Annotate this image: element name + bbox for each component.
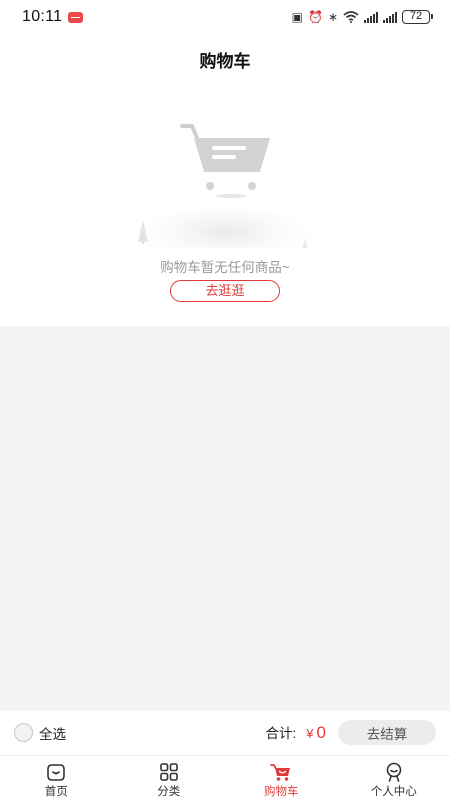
tab-label-home: 首页 (44, 786, 68, 798)
nfc-icon: ▣ (291, 10, 303, 24)
go-shopping-button[interactable]: 去逛逛 (170, 280, 280, 302)
currency-symbol: ¥ (306, 726, 314, 741)
status-time: 10:11 (22, 8, 63, 25)
select-all-toggle[interactable]: 全选 (14, 723, 66, 743)
checkout-bar: 全选 合计: ¥ 0 去结算 (0, 709, 450, 755)
empty-cart-message: 购物车暂无任何商品~ (160, 260, 290, 275)
alarm-icon: ⏰ (307, 10, 323, 24)
total-value: 0 (316, 723, 326, 742)
empty-cart-icon (135, 124, 315, 248)
checkout-button[interactable]: 去结算 (338, 720, 436, 745)
tab-home[interactable]: 首页 (0, 756, 113, 800)
app-notification-icon (68, 11, 84, 23)
signal-icon (364, 11, 378, 23)
signal-icon (383, 11, 397, 23)
bluetooth-icon: ∗ (327, 10, 338, 24)
tab-cart[interactable]: 购物车 (225, 756, 338, 800)
total-label: 合计: (265, 726, 297, 741)
total-amount: 合计: ¥ 0 (266, 722, 326, 743)
tab-label-category: 分类 (157, 786, 181, 798)
select-all-checkbox[interactable] (14, 723, 33, 742)
bottom-tab-bar: 首页 分类 购物车 个人中心 (0, 755, 450, 800)
home-icon (47, 764, 66, 781)
profile-icon (386, 762, 402, 782)
select-all-label: 全选 (39, 726, 66, 742)
tab-label-cart: 购物车 (264, 786, 299, 798)
tab-label-profile: 个人中心 (370, 786, 417, 798)
tab-profile[interactable]: 个人中心 (338, 756, 450, 800)
cart-panel: 购物车 购物车暂无任何商品~ 去逛逛 (0, 34, 450, 326)
tab-category[interactable]: 分类 (113, 756, 226, 800)
status-bar: 10:11 ▣ ⏰ ∗ 72 (0, 0, 450, 34)
page-title: 购物车 (199, 52, 251, 71)
category-icon (159, 763, 178, 781)
wifi-icon (343, 11, 359, 23)
cart-icon (270, 764, 291, 781)
status-icons: ▣ ⏰ ∗ 72 (291, 10, 433, 24)
battery-icon: 72 (402, 10, 433, 24)
